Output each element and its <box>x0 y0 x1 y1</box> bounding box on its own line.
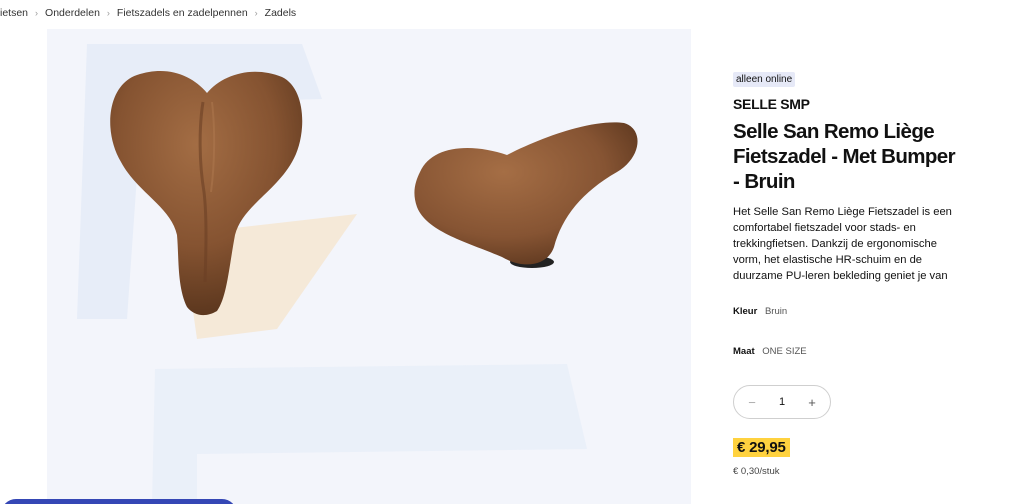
chevron-right-icon: › <box>35 8 39 18</box>
product-title-line: Fietszadel - Met Bumper <box>733 145 956 168</box>
description-line: Het Selle San Remo Liège Fietszadel is e… <box>733 206 952 218</box>
description-line: comfortabel fietszadel voor stads- en <box>733 222 916 234</box>
product-brand[interactable]: SELLE SMP <box>733 96 810 112</box>
online-only-badge: alleen online <box>733 72 796 87</box>
color-value: Bruin <box>764 306 788 317</box>
description-line: vorm, het elastische HR-schuim en de <box>733 254 923 266</box>
product-title-line: - Bruin <box>733 170 795 193</box>
chevron-right-icon: › <box>254 8 258 18</box>
product-title-line: Selle San Remo Liège <box>733 120 935 143</box>
chevron-right-icon: › <box>106 8 110 18</box>
quantity-value[interactable]: 1 <box>767 396 797 408</box>
size-value: ONE SIZE <box>762 346 807 357</box>
size-label: Maat <box>733 346 755 357</box>
breadcrumb: ietsen › Onderdelen › Fietszadels en zad… <box>0 6 296 20</box>
breadcrumb-item-onderdelen[interactable]: Onderdelen <box>45 7 100 19</box>
description-line: trekkingfietsen. Dankzij de ergonomische <box>733 238 937 250</box>
plus-icon[interactable]: + <box>806 395 818 410</box>
saddle-side-view-image[interactable] <box>412 117 642 272</box>
quantity-stepper: − 1 + <box>733 385 831 419</box>
description-line: duurzame PU-leren bekleding geniet je va… <box>733 270 948 282</box>
product-price: € 29,95 <box>733 438 790 457</box>
product-description: Het Selle San Remo Liège Fietszadel is e… <box>733 204 983 284</box>
product-image-gallery <box>47 29 691 504</box>
saddle-top-view-image[interactable] <box>107 67 307 317</box>
breadcrumb-item-fietsen[interactable]: ietsen <box>0 7 28 19</box>
add-to-cart-button[interactable] <box>1 499 237 504</box>
color-attribute: Kleur Bruin <box>733 306 787 317</box>
breadcrumb-item-zadels[interactable]: Zadels <box>265 7 297 19</box>
minus-icon[interactable]: − <box>746 395 758 410</box>
breadcrumb-item-fietszadels[interactable]: Fietszadels en zadelpennen <box>117 7 248 19</box>
unit-price: € 0,30/stuk <box>733 466 780 477</box>
color-label: Kleur <box>733 306 758 317</box>
size-attribute: Maat ONE SIZE <box>733 346 807 357</box>
product-title: Selle San Remo Liège Fietszadel - Met Bu… <box>733 119 978 194</box>
